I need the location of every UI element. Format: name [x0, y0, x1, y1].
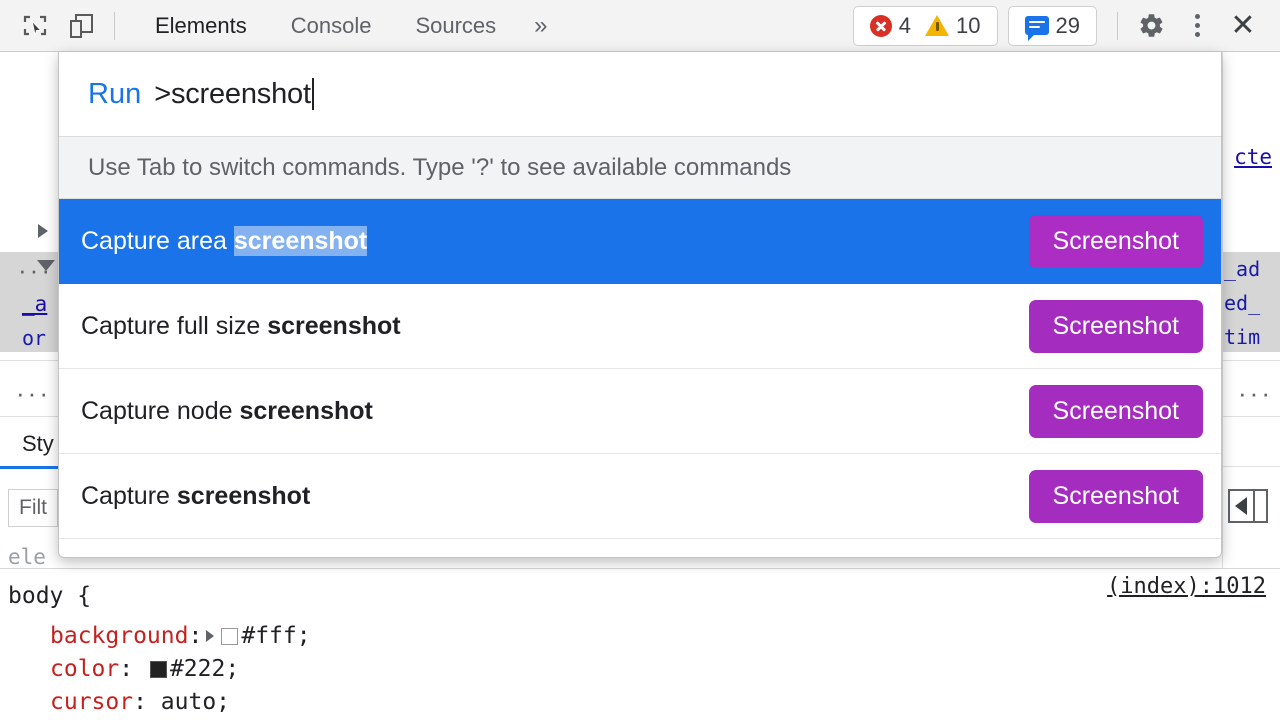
- dom-attr-fragment-a[interactable]: _a: [22, 292, 47, 316]
- toolbar-divider-right: [1117, 12, 1118, 40]
- dom-breadcrumb-ellipsis-right[interactable]: ···: [1238, 380, 1273, 406]
- command-palette-prefix: Run: [88, 78, 141, 111]
- dom-attr-fragment-right-b: ed_: [1224, 291, 1260, 315]
- color-swatch-color[interactable]: [150, 661, 167, 678]
- command-item-text: Capture node: [81, 397, 239, 425]
- command-item-match: screenshot: [234, 226, 367, 256]
- command-palette-results: Capture area screenshot Screenshot Captu…: [59, 199, 1221, 539]
- toggle-device-toolbar-button[interactable]: [58, 4, 104, 48]
- command-item-tag: Screenshot: [1029, 215, 1203, 268]
- command-item-label: Capture area screenshot: [81, 227, 1029, 256]
- command-palette-hint: Use Tab to switch commands. Type '?' to …: [59, 137, 1221, 199]
- command-item-match: screenshot: [239, 397, 372, 425]
- collapse-sidebar-icon: [1235, 497, 1247, 515]
- sidebar-divider: [1253, 491, 1255, 521]
- gear-icon: [1138, 12, 1165, 39]
- command-item-label: Capture full size screenshot: [81, 312, 1029, 341]
- panel-tabs: Elements Console Sources »: [133, 0, 564, 52]
- dom-attr-fragment-right-a: _ad: [1224, 257, 1260, 281]
- command-item-capture-screenshot[interactable]: Capture screenshot Screenshot: [59, 454, 1221, 539]
- tab-sources[interactable]: Sources: [393, 0, 518, 52]
- css-property-background[interactable]: background: [50, 623, 188, 649]
- styles-tab-label[interactable]: Sty: [22, 431, 54, 457]
- css-value-background[interactable]: #fff;: [241, 623, 310, 649]
- message-icon: [1025, 16, 1049, 35]
- css-selector[interactable]: body {: [8, 583, 91, 609]
- css-source-link[interactable]: (index):1012: [1107, 574, 1266, 599]
- css-value-color[interactable]: #222;: [170, 656, 239, 682]
- inspect-element-icon: [22, 13, 48, 39]
- command-palette-input[interactable]: >screenshot: [154, 78, 311, 111]
- command-item-tag: Screenshot: [1029, 385, 1203, 438]
- message-count: 29: [1056, 13, 1080, 39]
- command-item-tag: Screenshot: [1029, 300, 1203, 353]
- command-item-match: screenshot: [177, 482, 310, 510]
- color-swatch-background[interactable]: [221, 628, 238, 645]
- issues-counters[interactable]: 4 10: [853, 6, 998, 46]
- command-item-match: screenshot: [267, 312, 400, 340]
- command-item-capture-area-screenshot[interactable]: Capture area screenshot Screenshot: [59, 199, 1221, 284]
- close-icon: ✕: [1230, 11, 1255, 41]
- dom-expander-triangle-icon[interactable]: [38, 224, 48, 238]
- dom-source-link-fragment[interactable]: cte: [1234, 145, 1272, 169]
- command-palette-dialog: Run >screenshot Use Tab to switch comman…: [58, 52, 1222, 558]
- command-item-label: Capture screenshot: [81, 482, 1029, 511]
- warning-icon: [925, 15, 949, 36]
- main-menu-button[interactable]: [1174, 4, 1220, 48]
- kebab-menu-icon: [1195, 14, 1200, 37]
- tab-elements[interactable]: Elements: [133, 0, 269, 52]
- error-counter[interactable]: 4: [863, 13, 918, 39]
- toolbar-divider: [114, 12, 115, 40]
- command-item-capture-full-size-screenshot[interactable]: Capture full size screenshot Screenshot: [59, 284, 1221, 369]
- styles-filter-input[interactable]: Filt: [8, 489, 58, 527]
- dom-attr-fragment-b: or: [22, 326, 46, 350]
- error-count: 4: [899, 13, 911, 39]
- command-item-text: Capture area: [81, 227, 234, 255]
- text-caret: [312, 78, 314, 110]
- command-item-label: Capture node screenshot: [81, 397, 1029, 426]
- command-item-tag: Screenshot: [1029, 470, 1203, 523]
- element-style-label: ele: [8, 545, 46, 569]
- command-item-capture-node-screenshot[interactable]: Capture node screenshot Screenshot: [59, 369, 1221, 454]
- close-devtools-button[interactable]: ✕: [1220, 4, 1266, 48]
- collapse-sidebar-button[interactable]: [1228, 489, 1268, 523]
- devtools-toolbar: Elements Console Sources » 4 10 29: [0, 0, 1280, 52]
- command-palette-input-row[interactable]: Run >screenshot: [59, 52, 1221, 137]
- command-item-text: Capture: [81, 482, 177, 510]
- css-expand-triangle-icon[interactable]: [206, 630, 214, 642]
- warning-counter[interactable]: 10: [918, 13, 987, 39]
- message-counter-inner: 29: [1018, 13, 1087, 39]
- css-property-cursor[interactable]: cursor: [50, 689, 133, 715]
- dom-collapse-triangle-icon[interactable]: [37, 260, 55, 271]
- error-icon: [870, 15, 892, 37]
- dom-breadcrumb-ellipsis-left[interactable]: ···: [16, 380, 51, 406]
- css-property-color[interactable]: color: [50, 656, 119, 682]
- inspect-element-button[interactable]: [12, 4, 58, 48]
- devtools-window: ··· _a or ··· Sty Filt ele } cte _ad ed_…: [0, 0, 1280, 720]
- messages-counter[interactable]: 29: [1008, 6, 1097, 46]
- styles-css-rule: body { background:#fff; color: #222; cur…: [0, 568, 1280, 720]
- tab-console[interactable]: Console: [269, 0, 394, 52]
- settings-button[interactable]: [1128, 4, 1174, 48]
- dom-attr-fragment-right-c: tim: [1224, 325, 1260, 349]
- warning-count: 10: [956, 13, 980, 39]
- device-toolbar-icon: [67, 12, 95, 40]
- css-value-cursor[interactable]: auto;: [161, 689, 230, 715]
- styles-tab-active-underline: [0, 466, 58, 469]
- more-tabs-button[interactable]: »: [518, 0, 563, 52]
- command-item-text: Capture full size: [81, 312, 267, 340]
